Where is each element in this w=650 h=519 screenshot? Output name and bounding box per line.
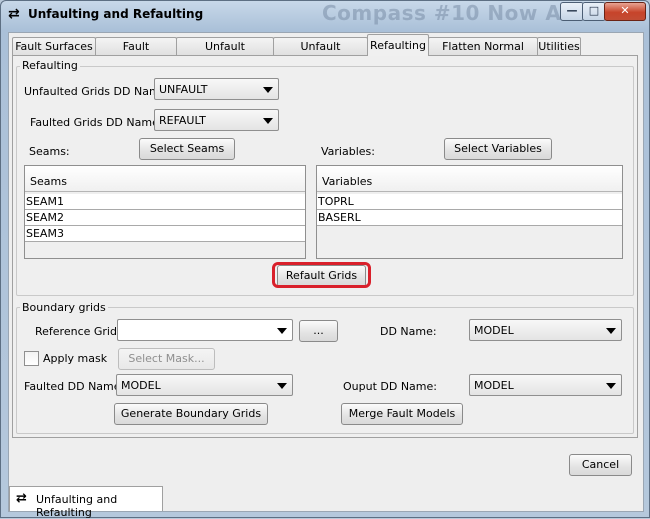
tab-fault-surfaces[interactable]: Fault Surfaces [12, 37, 96, 55]
faulted-grids-dd-value: REFAULT [159, 114, 206, 127]
seams-table-header: Seams [25, 166, 305, 192]
window-tab-unfaulting-refaulting[interactable]: ⇄ Unfaulting and Refaulting [9, 486, 163, 519]
unfaulted-dd-value: UNFAULT [159, 83, 208, 96]
tab-flatten-normal-model[interactable]: Flatten Normal Model [428, 37, 538, 70]
refaulting-group-title: Refaulting [20, 59, 80, 72]
variable-cell: BASERL [318, 211, 361, 224]
variables-column-header: Variables [322, 175, 373, 188]
table-row[interactable]: BASERL [317, 210, 622, 226]
seams-table[interactable]: Seams SEAM1 SEAM2 SEAM3 [24, 165, 306, 259]
tab-label: Refaulting [370, 39, 426, 52]
seams-label: Seams: [29, 145, 70, 158]
window-tab-label: Unfaulting and Refaulting [36, 493, 118, 519]
apply-mask-label: Apply mask [43, 352, 108, 365]
generate-boundary-grids-button[interactable]: Generate Boundary Grids [114, 403, 268, 425]
tab-unfault-boreholes[interactable]: Unfault Boreholes [176, 37, 274, 70]
cancel-label: Cancel [581, 458, 620, 471]
browse-label: ... [313, 324, 324, 337]
generate-boundary-grids-label: Generate Boundary Grids [120, 407, 262, 420]
output-dd-name-label: Ouput DD Name: [343, 380, 437, 393]
select-mask-button[interactable]: Select Mask... [118, 348, 215, 370]
tab-fault-definition[interactable]: Fault Definition [95, 37, 177, 70]
chevron-down-icon [263, 87, 273, 93]
chevron-down-icon [606, 383, 616, 389]
select-seams-label: Select Seams [149, 142, 225, 155]
swap-arrows-icon: ⇄ [8, 6, 20, 22]
close-button[interactable]: ✕ [604, 2, 646, 21]
faulted-grids-dd-select[interactable]: REFAULT [154, 109, 279, 131]
unfaulted-dd-select[interactable]: UNFAULT [154, 78, 279, 100]
reference-grid-select[interactable] [117, 319, 293, 341]
faulted-dd-name-select[interactable]: MODEL [116, 374, 293, 396]
output-dd-name-select[interactable]: MODEL [469, 374, 622, 396]
apply-mask-checkbox[interactable] [24, 351, 39, 366]
table-row[interactable]: TOPRL [317, 194, 622, 210]
maximize-button[interactable]: □ [582, 2, 606, 21]
chevron-down-icon [263, 118, 273, 124]
tab-label: Utilities [538, 40, 580, 53]
seam-cell: SEAM1 [26, 195, 64, 208]
table-row[interactable]: SEAM3 [25, 226, 305, 242]
select-variables-label: Select Variables [454, 142, 542, 155]
tab-refaulting[interactable]: Refaulting [367, 34, 429, 56]
variable-cell: TOPRL [318, 195, 354, 208]
tab-utilities[interactable]: Utilities [537, 37, 581, 55]
select-seams-button[interactable]: Select Seams [139, 138, 235, 160]
minimize-icon: — [566, 4, 578, 17]
variables-table-header: Variables [317, 166, 622, 192]
table-row[interactable]: SEAM1 [25, 194, 305, 210]
select-variables-button[interactable]: Select Variables [444, 138, 552, 160]
variables-label: Variables: [321, 145, 375, 158]
chevron-down-icon [277, 383, 287, 389]
seams-column-header: Seams [30, 175, 67, 188]
chevron-down-icon [606, 328, 616, 334]
faulted-dd-name-value: MODEL [121, 379, 161, 392]
boundary-grids-group-title: Boundary grids [20, 301, 108, 314]
tab-unfault-geometry[interactable]: Unfault Geometry [273, 37, 368, 70]
seam-cell: SEAM3 [26, 227, 64, 240]
reference-grid-label: Reference Grid: [35, 325, 121, 338]
variables-table[interactable]: Variables TOPRL BASERL [316, 165, 623, 259]
table-row[interactable]: SEAM2 [25, 210, 305, 226]
output-dd-name-value: MODEL [474, 379, 514, 392]
dd-name-label: DD Name: [380, 325, 437, 338]
window-title: Unfaulting and Refaulting [28, 7, 204, 21]
highlight-annotation [272, 262, 371, 288]
merge-fault-models-label: Merge Fault Models [348, 407, 456, 420]
swap-arrows-icon: ⇄ [16, 491, 27, 506]
dd-name-value: MODEL [474, 324, 514, 337]
faulted-dd-name-label: Faulted DD Name: [24, 380, 125, 393]
unfaulted-dd-label: Unfaulted Grids DD Name: [24, 85, 171, 98]
close-icon: ✕ [620, 4, 630, 17]
seam-cell: SEAM2 [26, 211, 64, 224]
tab-label: Fault Surfaces [15, 40, 93, 53]
chevron-down-icon [277, 328, 287, 334]
title-bar[interactable]: ⇄ Unfaulting and Refaulting Compass #10 … [0, 0, 650, 30]
merge-fault-models-button[interactable]: Merge Fault Models [341, 403, 463, 425]
cancel-button[interactable]: Cancel [569, 454, 632, 476]
maximize-icon: □ [588, 4, 600, 17]
browse-reference-button[interactable]: ... [299, 320, 338, 342]
minimize-button[interactable]: — [560, 2, 584, 21]
select-mask-label: Select Mask... [128, 352, 205, 365]
faulted-grids-dd-label: Faulted Grids DD Name: [30, 116, 163, 129]
dd-name-select[interactable]: MODEL [469, 319, 622, 341]
